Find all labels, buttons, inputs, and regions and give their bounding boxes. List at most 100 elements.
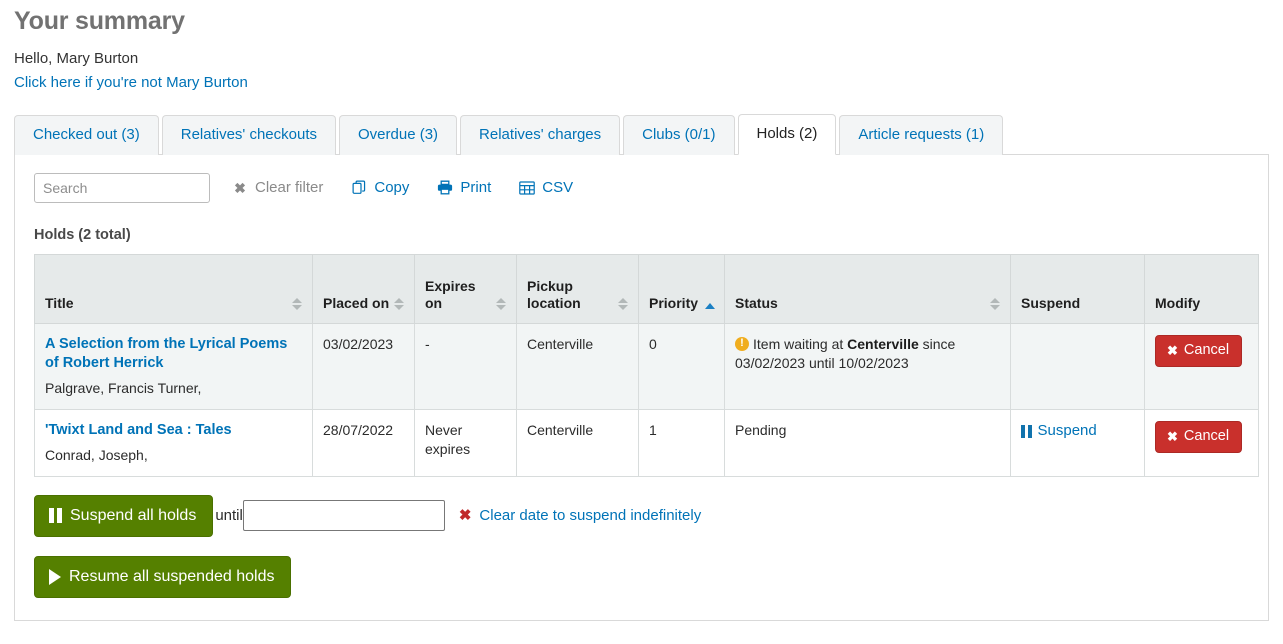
tab-holds[interactable]: Holds (2) [738, 114, 837, 155]
col-header-priority[interactable]: Priority [639, 254, 725, 323]
clear-date-label: Clear date to suspend indefinitely [479, 507, 701, 524]
col-header-priority-label: Priority [649, 295, 698, 313]
cell-title: 'Twixt Land and Sea : Tales Conrad, Jose… [35, 409, 313, 476]
until-label: until [215, 507, 243, 524]
cell-modify: ✖ Cancel [1145, 409, 1259, 476]
status-text: Pending [735, 422, 786, 438]
cancel-hold-button[interactable]: ✖ Cancel [1155, 335, 1242, 367]
tab-article-requests[interactable]: Article requests (1) [839, 115, 1003, 155]
page-container: Your summary Hello, Mary Burton Click he… [0, 8, 1283, 621]
suspend-all-label: Suspend all holds [70, 506, 196, 525]
cell-expires-on: - [415, 323, 517, 409]
col-header-title-label: Title [45, 295, 74, 313]
status-prefix: Item waiting at [753, 336, 847, 352]
not-you-link[interactable]: Click here if you're not Mary Burton [14, 74, 1269, 91]
cell-pickup-location: Centerville [517, 323, 639, 409]
pause-icon [1021, 425, 1032, 438]
play-icon [49, 569, 61, 585]
suspend-hold-link[interactable]: Suspend [1021, 421, 1097, 442]
cell-title: A Selection from the Lyrical Poems of Ro… [35, 323, 313, 409]
resume-all-holds-button[interactable]: Resume all suspended holds [34, 556, 291, 598]
holds-panel: ✖ Clear filter Copy [14, 155, 1269, 622]
tab-overdue[interactable]: Overdue (3) [339, 115, 457, 155]
resume-all-row: Resume all suspended holds [34, 556, 1249, 598]
hold-title-link[interactable]: A Selection from the Lyrical Poems of Ro… [45, 335, 302, 374]
hold-author: Palgrave, Francis Turner, [45, 379, 302, 398]
tab-relatives-checkouts[interactable]: Relatives' checkouts [162, 115, 336, 155]
col-header-modify: Modify [1145, 254, 1259, 323]
table-row: A Selection from the Lyrical Poems of Ro… [35, 323, 1259, 409]
greeting-text: Hello, Mary Burton [14, 50, 1269, 67]
suspend-all-row: Suspend all holds until ✖ Clear date to … [34, 495, 1249, 537]
sort-both-icon[interactable] [990, 297, 1000, 311]
cell-modify: ✖ Cancel [1145, 323, 1259, 409]
col-header-suspend-label: Suspend [1021, 295, 1080, 313]
table-toolbar: ✖ Clear filter Copy [34, 173, 1249, 203]
col-header-modify-label: Modify [1155, 295, 1200, 313]
pause-icon [49, 508, 62, 523]
copy-icon [351, 180, 367, 196]
table-header-row: Title Placed on Expires on [35, 254, 1259, 323]
sort-both-icon[interactable] [394, 297, 404, 311]
cell-priority: 0 [639, 323, 725, 409]
col-header-pickup-location-label: Pickup location [527, 278, 614, 313]
cell-expires-on: Never expires [415, 409, 517, 476]
suspend-all-holds-button[interactable]: Suspend all holds [34, 495, 213, 537]
col-header-pickup-location[interactable]: Pickup location [517, 254, 639, 323]
hold-title-link[interactable]: 'Twixt Land and Sea : Tales [45, 421, 302, 441]
close-icon: ✖ [1167, 344, 1178, 357]
status-location: Centerville [847, 336, 919, 352]
tab-checked-out[interactable]: Checked out (3) [14, 115, 159, 155]
col-header-placed-on[interactable]: Placed on [313, 254, 415, 323]
close-icon: ✖ [1167, 430, 1178, 443]
cell-status: Item waiting at Centerville since 03/02/… [725, 323, 1011, 409]
col-header-expires-on[interactable]: Expires on [415, 254, 517, 323]
copy-button[interactable]: Copy [345, 175, 415, 200]
print-button[interactable]: Print [431, 175, 497, 200]
status-text: Item waiting at Centerville since 03/02/… [735, 336, 955, 371]
page-title: Your summary [14, 8, 1269, 36]
holds-total-label: Holds (2 total) [34, 227, 1249, 243]
cancel-label: Cancel [1184, 428, 1229, 445]
tab-clubs[interactable]: Clubs (0/1) [623, 115, 734, 155]
sort-both-icon[interactable] [292, 297, 302, 311]
holds-table: Title Placed on Expires on [34, 254, 1259, 477]
copy-label: Copy [374, 179, 409, 196]
suspend-label: Suspend [1038, 421, 1097, 442]
col-header-suspend: Suspend [1011, 254, 1145, 323]
clear-filter-label: Clear filter [255, 179, 323, 196]
close-icon: ✖ [459, 508, 472, 523]
cell-placed-on: 28/07/2022 [313, 409, 415, 476]
warning-icon [735, 337, 749, 351]
tab-relatives-charges[interactable]: Relatives' charges [460, 115, 620, 155]
printer-icon [437, 180, 453, 196]
search-input[interactable] [34, 173, 210, 203]
table-icon [519, 180, 535, 196]
col-header-expires-on-label: Expires on [425, 278, 492, 313]
clear-date-link[interactable]: ✖ Clear date to suspend indefinitely [459, 507, 701, 524]
cell-priority: 1 [639, 409, 725, 476]
sort-both-icon[interactable] [618, 297, 628, 311]
cell-suspend [1011, 323, 1145, 409]
cell-placed-on: 03/02/2023 [313, 323, 415, 409]
hold-author: Conrad, Joseph, [45, 446, 302, 465]
resume-all-label: Resume all suspended holds [69, 567, 274, 586]
summary-tabs: Checked out (3) Relatives' checkouts Ove… [14, 113, 1269, 155]
col-header-placed-on-label: Placed on [323, 295, 389, 313]
cancel-label: Cancel [1184, 342, 1229, 359]
cancel-hold-button[interactable]: ✖ Cancel [1155, 421, 1242, 453]
col-header-status[interactable]: Status [725, 254, 1011, 323]
suspend-until-date-input[interactable] [243, 500, 445, 531]
table-row: 'Twixt Land and Sea : Tales Conrad, Jose… [35, 409, 1259, 476]
cell-suspend: Suspend [1011, 409, 1145, 476]
cell-pickup-location: Centerville [517, 409, 639, 476]
print-label: Print [460, 179, 491, 196]
col-header-status-label: Status [735, 295, 778, 313]
sort-both-icon[interactable] [496, 297, 506, 311]
col-header-title[interactable]: Title [35, 254, 313, 323]
sort-ascending-icon[interactable] [705, 303, 715, 309]
csv-label: CSV [542, 179, 573, 196]
close-icon: ✖ [232, 180, 248, 196]
csv-button[interactable]: CSV [513, 175, 579, 200]
clear-filter-button[interactable]: ✖ Clear filter [226, 175, 329, 200]
